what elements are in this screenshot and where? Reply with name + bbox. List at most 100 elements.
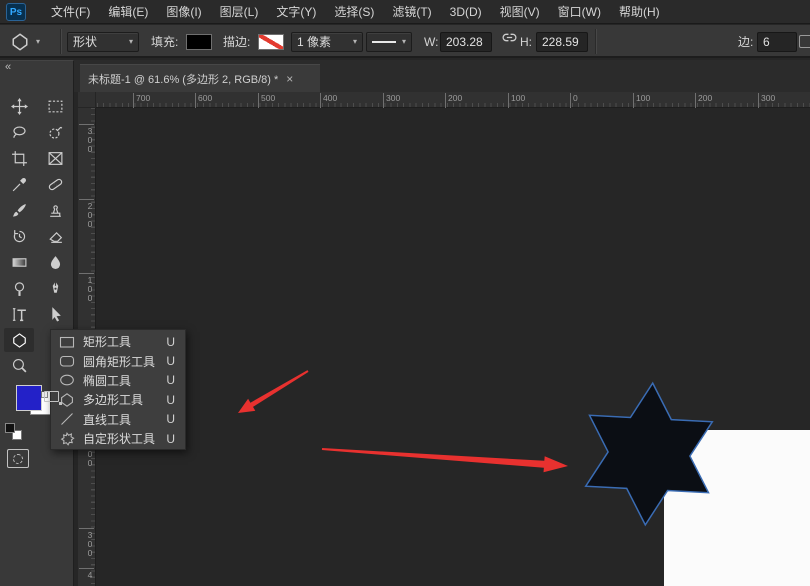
align-edges-checkbox[interactable] — [799, 35, 810, 48]
default-colors-button[interactable] — [4, 423, 26, 441]
menu-item-label: 圆角矩形工具 — [83, 353, 155, 370]
chevron-down-icon: ▾ — [347, 37, 357, 46]
dodge-icon — [11, 280, 28, 297]
type-tool[interactable] — [4, 302, 34, 326]
quick-mask-button[interactable] — [7, 449, 29, 468]
bandage-icon — [47, 176, 64, 193]
lasso-tool[interactable] — [4, 120, 34, 144]
crop-icon — [11, 150, 28, 167]
path-selection-tool[interactable] — [40, 302, 70, 326]
ruler-label: 0 — [570, 93, 578, 108]
zoom-tool[interactable] — [4, 353, 34, 377]
stroke-color-swatch[interactable] — [258, 25, 284, 58]
frame-tool[interactable] — [40, 146, 70, 170]
menu-item-type[interactable]: 文字(Y) — [270, 0, 322, 24]
ruler-label: 4 — [79, 568, 94, 579]
shape-tool-flyout-menu: 矩形工具 U 圆角矩形工具 U 椭圆工具 U 多边形工具 U 直线工具 U 自定… — [50, 329, 186, 450]
menu-item-polygon-tool[interactable]: 多边形工具 U — [51, 390, 185, 409]
menu-item-window[interactable]: 窗口(W) — [552, 0, 607, 24]
menu-item-label: 自定形状工具 — [83, 430, 155, 447]
chevron-down-icon: ▾ — [396, 37, 406, 46]
menu-item-label: 多边形工具 — [83, 391, 143, 408]
horizontal-ruler[interactable]: 700 600 500 400 300 200 100 0 100 200 30… — [78, 92, 810, 108]
document-tab[interactable]: 未标题-1 @ 61.6% (多边形 2, RGB/8) * × — [80, 64, 320, 92]
chevron-down-icon: ▾ — [36, 37, 40, 46]
shortcut-key: U — [166, 393, 175, 407]
spot-healing-brush-tool[interactable] — [40, 172, 70, 196]
sides-label: 边: — [738, 25, 753, 58]
menu-item-rounded-rectangle-tool[interactable]: 圆角矩形工具 U — [51, 351, 185, 370]
menu-item-select[interactable]: 选择(S) — [328, 0, 380, 24]
width-field[interactable]: 203.28 — [440, 25, 492, 58]
screen-mode-button[interactable] — [44, 391, 59, 402]
menu-item-image[interactable]: 图像(I) — [160, 0, 207, 24]
ruler-label: 200 — [79, 199, 94, 228]
height-label: H: — [520, 25, 532, 58]
custom-shape-icon — [59, 431, 75, 447]
menu-item-help[interactable]: 帮助(H) — [613, 0, 666, 24]
eraser-icon — [47, 228, 64, 245]
menu-item-3d[interactable]: 3D(D) — [444, 0, 488, 24]
stroke-width-select[interactable]: 1 像素 ▾ — [291, 25, 363, 58]
document-white-area[interactable] — [664, 430, 810, 586]
menu-item-filter[interactable]: 滤镜(T) — [386, 0, 437, 24]
fill-color-swatch[interactable] — [186, 25, 212, 58]
menu-item-file[interactable]: 文件(F) — [45, 0, 96, 24]
lasso-icon — [11, 124, 28, 141]
ps-logo-icon: Ps — [6, 3, 26, 21]
magnifier-icon — [11, 357, 28, 374]
quick-selection-icon — [47, 124, 64, 141]
clone-stamp-tool[interactable] — [40, 198, 70, 222]
close-icon[interactable]: × — [286, 73, 293, 85]
foreground-color-swatch[interactable] — [16, 385, 42, 411]
pen-tool[interactable] — [40, 276, 70, 300]
eraser-tool[interactable] — [40, 224, 70, 248]
quick-selection-tool[interactable] — [40, 120, 70, 144]
menu-item-edit[interactable]: 编辑(E) — [102, 0, 154, 24]
tool-preset-button[interactable]: ▾ — [10, 25, 40, 58]
menu-item-label: 椭圆工具 — [83, 372, 131, 389]
stroke-style-select[interactable]: ▾ — [366, 25, 412, 58]
eyedropper-icon — [11, 176, 28, 193]
chevron-down-icon: ▾ — [123, 37, 133, 46]
brush-tool[interactable] — [4, 198, 34, 222]
pen-icon — [47, 280, 64, 297]
menu-item-line-tool[interactable]: 直线工具 U — [51, 410, 185, 429]
tool-mode-select[interactable]: 形状 ▾ — [67, 25, 139, 58]
sides-field[interactable]: 6 — [757, 25, 797, 58]
shortcut-key: U — [166, 354, 175, 368]
ruler-label: 300 — [758, 93, 775, 108]
crop-tool[interactable] — [4, 146, 34, 170]
frame-icon — [47, 150, 64, 167]
height-field[interactable]: 228.59 — [536, 25, 588, 58]
stroke-label: 描边: — [223, 25, 250, 58]
blur-tool[interactable] — [40, 250, 70, 274]
menu-item-label: 矩形工具 — [83, 333, 131, 350]
menu-item-layer[interactable]: 图层(L) — [214, 0, 265, 24]
water-drop-icon — [47, 254, 64, 271]
rectangular-marquee-tool[interactable] — [40, 94, 70, 118]
ruler-label: 200 — [695, 93, 712, 108]
ruler-label: 100 — [508, 93, 525, 108]
shortcut-key: U — [166, 432, 175, 446]
tool-options-bar: ▾ 形状 ▾ 填充: 描边: 1 像素 ▾ ▾ W: 203.28 — [0, 25, 810, 58]
history-brush-tool[interactable] — [4, 224, 34, 248]
move-tool[interactable] — [4, 94, 34, 118]
menu-items: 文件(F) 编辑(E) 图像(I) 图层(L) 文字(Y) 选择(S) 滤镜(T… — [42, 0, 669, 24]
brush-icon — [11, 202, 28, 219]
menu-item-ellipse-tool[interactable]: 椭圆工具 U — [51, 371, 185, 390]
polygon-icon — [11, 332, 28, 349]
dodge-tool[interactable] — [4, 276, 34, 300]
collapse-toolbar-button[interactable]: « — [5, 61, 11, 73]
canvas-area[interactable] — [96, 108, 810, 586]
polygon-tool[interactable] — [4, 328, 34, 352]
polygon-preset-icon — [10, 32, 30, 52]
menu-item-custom-shape-tool[interactable]: 自定形状工具 U — [51, 429, 185, 448]
gradient-tool[interactable] — [4, 250, 34, 274]
eyedropper-tool[interactable] — [4, 172, 34, 196]
link-dimensions-button[interactable] — [496, 25, 522, 49]
menu-item-rectangle-tool[interactable]: 矩形工具 U — [51, 332, 185, 351]
menu-item-view[interactable]: 视图(V) — [494, 0, 546, 24]
dashed-circle-icon — [13, 454, 23, 464]
photoshop-window: Ps 文件(F) 编辑(E) 图像(I) 图层(L) 文字(Y) 选择(S) 滤… — [0, 0, 810, 586]
